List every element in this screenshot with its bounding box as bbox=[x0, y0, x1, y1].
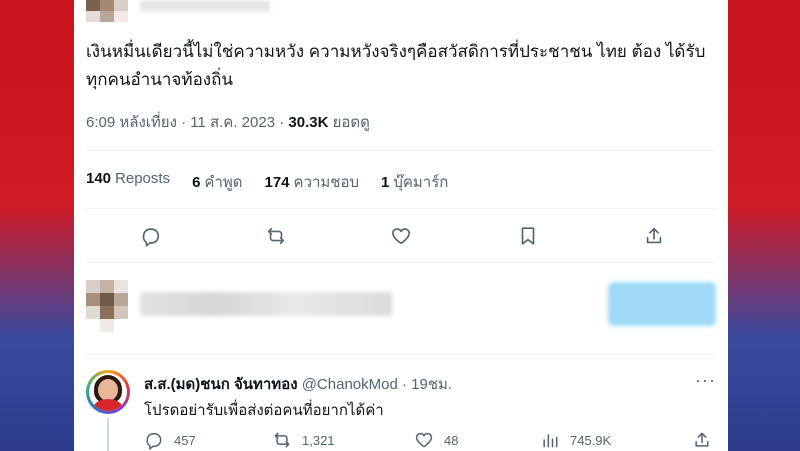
stat-bookmarks[interactable]: 1 บุ๊คมาร์ก bbox=[381, 170, 448, 194]
divider bbox=[86, 354, 716, 355]
tweet-time[interactable]: 6:09 หลังเที่ยง bbox=[86, 114, 177, 131]
like-icon[interactable] bbox=[387, 222, 415, 250]
views-label: ยอดดู bbox=[332, 114, 370, 131]
repost-icon bbox=[274, 432, 290, 448]
views-count: 30.3K bbox=[288, 114, 329, 131]
blurred-name-top bbox=[140, 0, 270, 12]
more-icon[interactable]: ··· bbox=[695, 370, 716, 391]
tweet-card: เงินหมื่นเดียวนี้ไม่ใช่ความหวัง ความหวัง… bbox=[74, 0, 728, 451]
stat-likes[interactable]: 174 ความชอบ bbox=[265, 170, 360, 194]
views-icon bbox=[543, 434, 558, 448]
share-icon bbox=[695, 432, 709, 447]
reply-icon[interactable] bbox=[137, 222, 165, 250]
divider bbox=[86, 262, 716, 263]
reply-handle: @ChanokMod bbox=[301, 376, 398, 393]
bookmark-icon[interactable] bbox=[514, 222, 542, 250]
repost-icon[interactable] bbox=[262, 222, 290, 250]
avatar[interactable] bbox=[86, 370, 130, 414]
blurred-avatar-row bbox=[86, 280, 128, 332]
thread-line bbox=[107, 418, 109, 451]
reply-icon bbox=[146, 433, 162, 450]
reply-author[interactable]: ส.ส.(มด)ชนก จันทาทอง @ChanokMod · 19ชม. bbox=[144, 372, 452, 396]
reply-reposts[interactable]: 1,321 bbox=[272, 430, 335, 450]
background-left bbox=[0, 0, 74, 451]
stat-reposts[interactable]: 140 Reposts bbox=[86, 170, 170, 194]
blurred-text-row bbox=[140, 292, 392, 316]
tweet-date[interactable]: 11 ส.ค. 2023 bbox=[190, 114, 275, 131]
tweet-text: เงินหมื่นเดียวนี้ไม่ใช่ความหวัง ความหวัง… bbox=[86, 42, 706, 89]
reply-share[interactable] bbox=[692, 430, 722, 450]
divider bbox=[86, 208, 716, 209]
reply-text: โปรดอย่ารับเพื่อส่งต่อคนที่อยากได้ค่า bbox=[144, 402, 384, 419]
reply-time: · 19ชม. bbox=[401, 376, 453, 393]
like-icon bbox=[415, 432, 433, 448]
share-icon[interactable] bbox=[640, 222, 668, 250]
tweet-stats: 140 Reposts 6 คำพูด 174 ความชอบ 1 บุ๊คมาร์ก bbox=[86, 170, 448, 194]
blurred-follow-button bbox=[608, 282, 716, 326]
background-right bbox=[728, 0, 800, 451]
reply-replies[interactable]: 457 bbox=[144, 430, 196, 450]
divider bbox=[86, 150, 716, 151]
blurred-avatar-top bbox=[86, 0, 128, 22]
reply-likes[interactable]: 48 bbox=[414, 430, 458, 450]
tweet-meta: 6:09 หลังเที่ยง · 11 ส.ค. 2023 · 30.3K ย… bbox=[86, 114, 370, 131]
stat-quotes[interactable]: 6 คำพูด bbox=[192, 170, 242, 194]
tweet-actions bbox=[74, 222, 728, 250]
reply-views[interactable]: 745.9K bbox=[540, 430, 611, 450]
